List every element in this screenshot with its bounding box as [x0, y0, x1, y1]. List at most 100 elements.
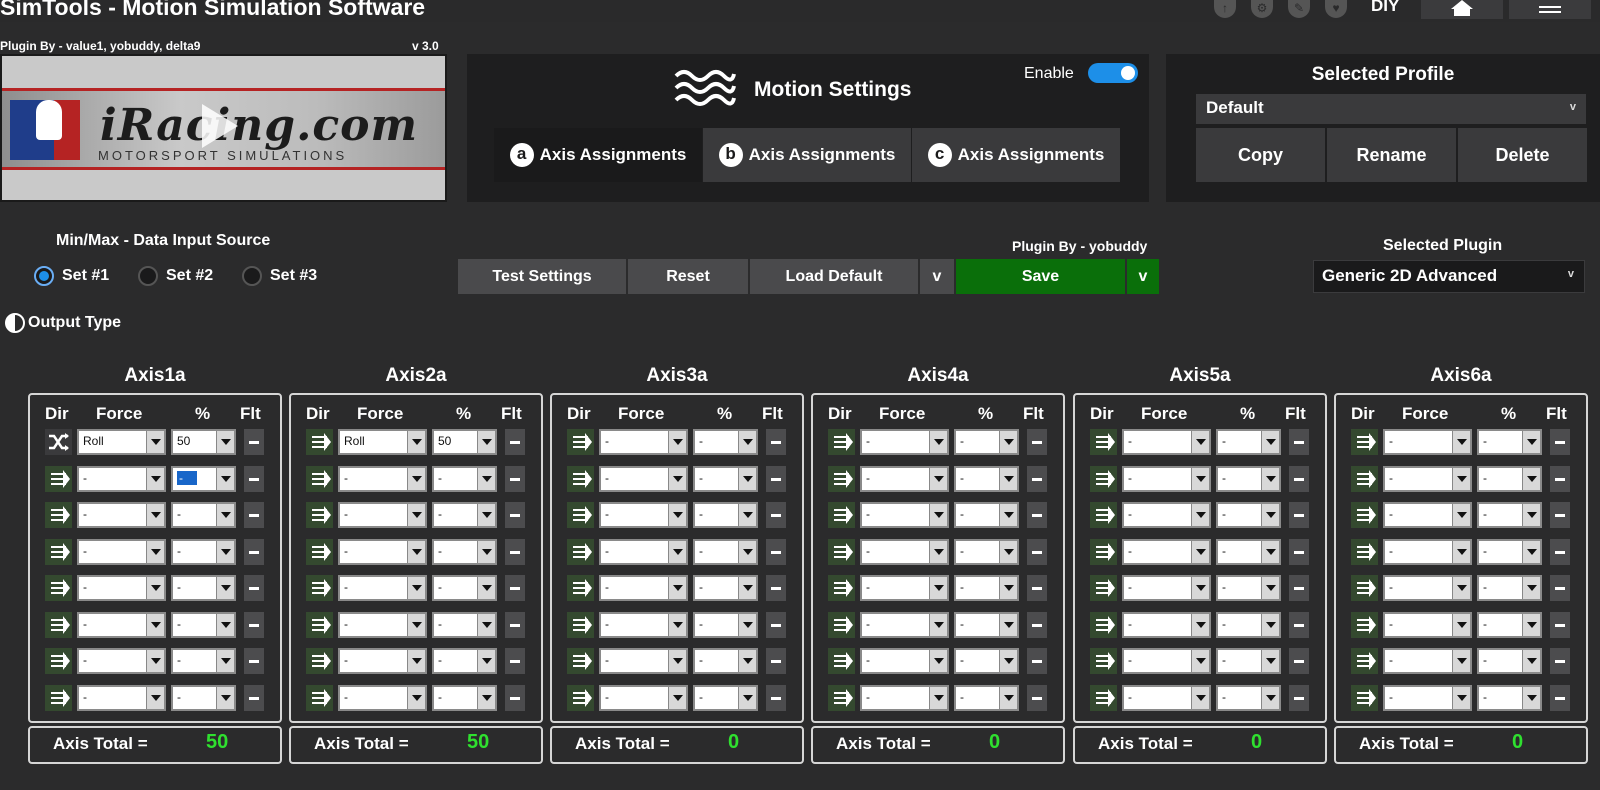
direction-icon[interactable]	[828, 648, 855, 674]
force-select[interactable]: -	[77, 685, 166, 711]
tab-axis-assignments-a[interactable]: a Axis Assignments	[494, 128, 702, 182]
force-select[interactable]: -	[1122, 466, 1211, 492]
filter-button[interactable]	[1027, 612, 1047, 638]
filter-button[interactable]	[1027, 575, 1047, 601]
direction-icon[interactable]	[306, 575, 333, 601]
force-select[interactable]: -	[338, 502, 427, 528]
direction-icon[interactable]	[1351, 539, 1378, 565]
percent-select[interactable]: -	[1477, 612, 1542, 638]
filter-button[interactable]	[244, 429, 264, 455]
percent-select[interactable]: -	[171, 502, 236, 528]
force-select[interactable]: -	[77, 575, 166, 601]
force-select[interactable]: -	[1383, 429, 1472, 455]
force-select[interactable]: -	[77, 502, 166, 528]
menu-button[interactable]	[1509, 0, 1591, 19]
filter-button[interactable]	[1289, 685, 1309, 711]
percent-select[interactable]: -	[693, 502, 758, 528]
percent-select[interactable]: -	[432, 539, 497, 565]
force-select[interactable]: -	[338, 539, 427, 565]
direction-icon[interactable]	[1351, 502, 1378, 528]
force-select[interactable]: -	[599, 502, 688, 528]
direction-icon[interactable]	[828, 429, 855, 455]
filter-button[interactable]	[766, 575, 786, 601]
enable-toggle[interactable]	[1088, 63, 1138, 83]
percent-select[interactable]: -	[1477, 466, 1542, 492]
percent-select[interactable]: -	[171, 648, 236, 674]
percent-select[interactable]: -	[954, 648, 1019, 674]
filter-button[interactable]	[505, 502, 525, 528]
percent-select[interactable]: -	[1477, 502, 1542, 528]
direction-icon[interactable]	[1090, 685, 1117, 711]
force-select[interactable]: -	[1122, 612, 1211, 638]
percent-select[interactable]: -	[693, 612, 758, 638]
force-select[interactable]: -	[1383, 502, 1472, 528]
percent-select[interactable]: 50	[171, 429, 236, 455]
save-menu-button[interactable]: v	[1126, 259, 1159, 294]
direction-icon[interactable]	[45, 539, 72, 565]
filter-button[interactable]	[766, 502, 786, 528]
force-select[interactable]: -	[1383, 466, 1472, 492]
force-select[interactable]: -	[77, 466, 166, 492]
filter-button[interactable]	[1289, 612, 1309, 638]
percent-select[interactable]: -	[1477, 539, 1542, 565]
force-select[interactable]: -	[338, 466, 427, 492]
force-select[interactable]: -	[599, 685, 688, 711]
filter-button[interactable]	[1027, 648, 1047, 674]
copy-button[interactable]: Copy	[1196, 128, 1325, 182]
percent-select[interactable]: -	[1477, 648, 1542, 674]
force-select[interactable]: -	[599, 648, 688, 674]
load-default-menu-button[interactable]: v	[920, 259, 954, 294]
force-select[interactable]: -	[1383, 612, 1472, 638]
radio-set-1[interactable]: Set #1	[34, 266, 109, 286]
direction-icon[interactable]	[1090, 466, 1117, 492]
direction-icon[interactable]	[567, 502, 594, 528]
direction-icon[interactable]	[567, 539, 594, 565]
percent-select[interactable]: -	[1216, 502, 1281, 528]
force-select[interactable]: -	[860, 429, 949, 455]
force-select[interactable]: -	[1383, 575, 1472, 601]
percent-select[interactable]: -	[693, 685, 758, 711]
plugin-banner[interactable]: iRacing.com MOTORSPORT SIMULATIONS	[0, 54, 447, 202]
percent-select[interactable]: -	[1216, 466, 1281, 492]
percent-select[interactable]: -	[432, 612, 497, 638]
percent-select[interactable]: -	[1477, 575, 1542, 601]
percent-select[interactable]: -	[1216, 612, 1281, 638]
direction-icon[interactable]	[828, 575, 855, 601]
percent-select[interactable]: -	[432, 685, 497, 711]
direction-icon[interactable]	[1351, 575, 1378, 601]
percent-select[interactable]: -	[954, 502, 1019, 528]
percent-select[interactable]: -	[1216, 429, 1281, 455]
direction-icon[interactable]	[1351, 648, 1378, 674]
filter-button[interactable]	[1550, 612, 1570, 638]
direction-icon[interactable]	[828, 612, 855, 638]
filter-button[interactable]	[766, 466, 786, 492]
percent-select[interactable]: -	[954, 466, 1019, 492]
direction-icon[interactable]	[567, 466, 594, 492]
test-settings-button[interactable]: Test Settings	[458, 259, 626, 294]
percent-select[interactable]: -	[1477, 429, 1542, 455]
save-button[interactable]: Save	[956, 259, 1125, 294]
direction-icon[interactable]	[45, 466, 72, 492]
direction-icon[interactable]	[306, 429, 333, 455]
force-select[interactable]: -	[860, 612, 949, 638]
filter-button[interactable]	[244, 575, 264, 601]
force-select[interactable]: -	[77, 539, 166, 565]
force-select[interactable]: -	[1122, 539, 1211, 565]
filter-button[interactable]	[766, 612, 786, 638]
diy-label[interactable]: DIY	[1371, 0, 1399, 16]
direction-icon[interactable]	[306, 539, 333, 565]
percent-select[interactable]: 50	[432, 429, 497, 455]
filter-button[interactable]	[1550, 429, 1570, 455]
force-select[interactable]: -	[860, 466, 949, 492]
percent-select[interactable]: -	[693, 539, 758, 565]
filter-button[interactable]	[1027, 466, 1047, 492]
direction-icon[interactable]	[828, 502, 855, 528]
force-select[interactable]: -	[1122, 575, 1211, 601]
direction-icon[interactable]	[306, 466, 333, 492]
force-select[interactable]: -	[599, 612, 688, 638]
direction-icon[interactable]	[306, 648, 333, 674]
direction-icon[interactable]	[1090, 612, 1117, 638]
rename-button[interactable]: Rename	[1327, 128, 1456, 182]
percent-select[interactable]: -	[1477, 685, 1542, 711]
direction-icon[interactable]	[567, 575, 594, 601]
